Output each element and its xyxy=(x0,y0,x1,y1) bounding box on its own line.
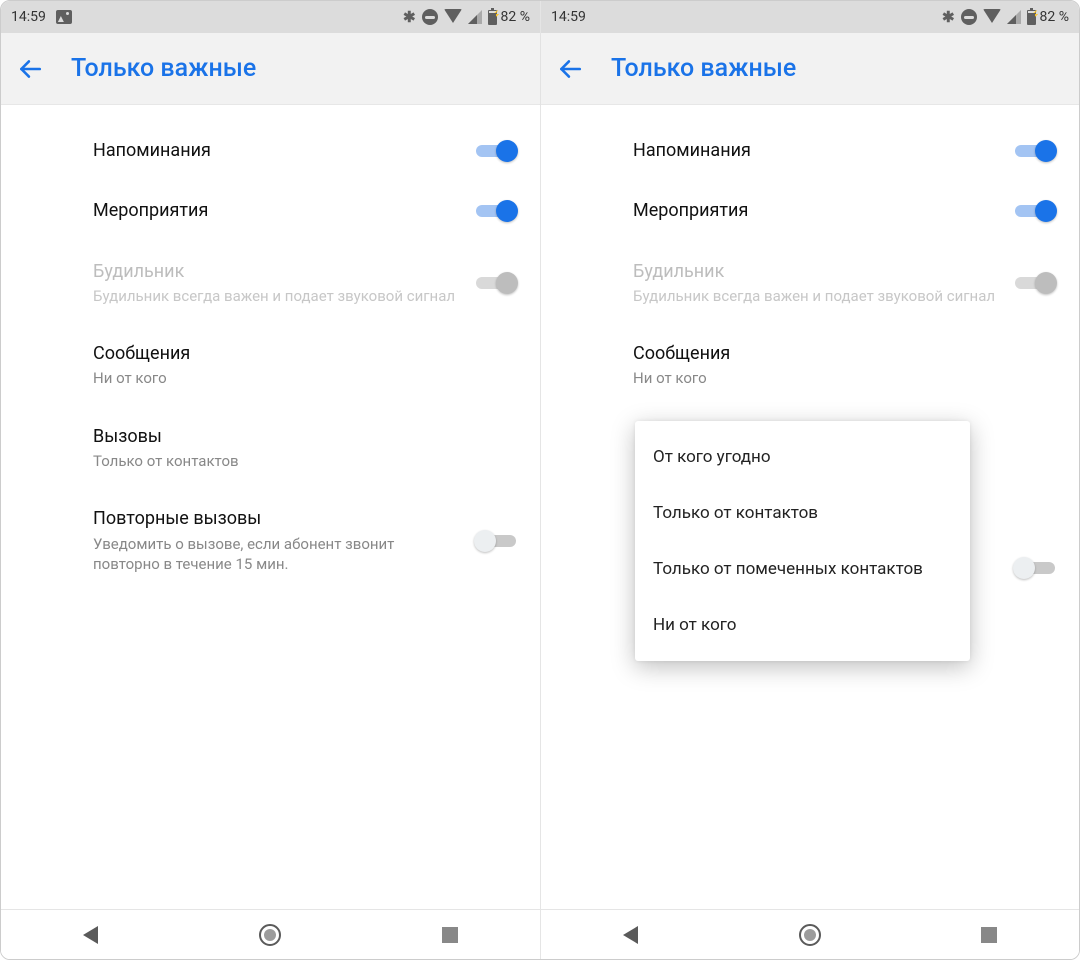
events-switch[interactable] xyxy=(476,200,516,222)
nav-home-icon[interactable] xyxy=(248,913,292,957)
page-title: Только важные xyxy=(71,54,256,83)
row-messages[interactable]: Сообщения Ни от кого xyxy=(567,324,1055,407)
messages-label: Сообщения xyxy=(93,342,500,366)
repeat-label: Повторные вызовы xyxy=(93,507,460,531)
row-events[interactable]: Мероприятия xyxy=(567,181,1055,241)
popup-option-none[interactable]: Ни от кого xyxy=(635,597,970,653)
phone-right: 14:59 ✱ ⚡ 82 % Только важные Напоминания xyxy=(540,1,1079,959)
status-time: 14:59 xyxy=(11,9,46,25)
row-reminders[interactable]: Напоминания xyxy=(567,121,1055,181)
cell-signal-icon xyxy=(468,10,482,24)
app-bar: Только важные xyxy=(541,33,1079,105)
row-events[interactable]: Мероприятия xyxy=(27,181,516,241)
calls-filter-popup: От кого угодно Только от контактов Тольк… xyxy=(635,421,970,661)
events-label: Мероприятия xyxy=(93,199,460,223)
calls-label: Вызовы xyxy=(93,425,500,449)
repeat-sub: Уведомить о вызове, если абонент звонит … xyxy=(93,534,460,575)
alarm-sub: Будильник всегда важен и подает звуковой… xyxy=(633,286,999,306)
battery-indicator: ⚡ 82 % xyxy=(1027,9,1069,25)
alarm-switch xyxy=(476,272,516,294)
reminders-label: Напоминания xyxy=(633,139,999,163)
nav-bar xyxy=(1,909,540,959)
status-bar: 14:59 ✱ ⚡ 82 % xyxy=(541,1,1079,33)
reminders-switch[interactable] xyxy=(476,140,516,162)
nav-back-icon[interactable] xyxy=(609,913,653,957)
row-calls[interactable]: Вызовы Только от контактов xyxy=(27,407,516,490)
reminders-label: Напоминания xyxy=(93,139,460,163)
status-time: 14:59 xyxy=(551,9,586,25)
battery-percent: 82 % xyxy=(1040,9,1069,25)
row-alarm: Будильник Будильник всегда важен и подае… xyxy=(567,242,1055,325)
cell-signal-icon xyxy=(1007,10,1021,24)
row-alarm: Будильник Будильник всегда важен и подае… xyxy=(27,242,516,325)
bluetooth-icon: ✱ xyxy=(942,8,955,26)
bluetooth-icon: ✱ xyxy=(403,8,416,26)
page-title: Только важные xyxy=(611,54,796,83)
calls-sub: Только от контактов xyxy=(93,451,500,471)
alarm-label: Будильник xyxy=(93,260,460,284)
phone-left: 14:59 ✱ ⚡ 82 % Только важные На xyxy=(1,1,540,959)
nav-back-icon[interactable] xyxy=(69,913,113,957)
messages-sub: Ни от кого xyxy=(633,368,1039,388)
alarm-label: Будильник xyxy=(633,260,999,284)
wifi-icon xyxy=(444,9,462,23)
nav-recent-icon[interactable] xyxy=(967,913,1011,957)
alarm-sub: Будильник всегда важен и подает звуковой… xyxy=(93,286,460,306)
gallery-icon xyxy=(56,10,72,24)
reminders-switch[interactable] xyxy=(1015,140,1055,162)
popup-option-starred[interactable]: Только от помеченных контактов xyxy=(635,541,970,597)
do-not-disturb-icon xyxy=(961,9,977,25)
battery-indicator: ⚡ 82 % xyxy=(488,9,530,25)
popup-option-contacts[interactable]: Только от контактов xyxy=(635,485,970,541)
wifi-icon xyxy=(983,9,1001,23)
battery-percent: 82 % xyxy=(501,9,530,25)
row-repeat-calls[interactable]: Повторные вызовы Уведомить о вызове, есл… xyxy=(27,489,516,592)
nav-recent-icon[interactable] xyxy=(428,913,472,957)
settings-list: Напоминания Мероприятия Будильник Будиль… xyxy=(1,105,540,909)
back-arrow-icon[interactable] xyxy=(17,56,43,82)
row-reminders[interactable]: Напоминания xyxy=(27,121,516,181)
status-bar: 14:59 ✱ ⚡ 82 % xyxy=(1,1,540,33)
popup-option-anyone[interactable]: От кого угодно xyxy=(635,429,970,485)
alarm-switch xyxy=(1015,272,1055,294)
row-messages[interactable]: Сообщения Ни от кого xyxy=(27,324,516,407)
nav-bar xyxy=(541,909,1079,959)
settings-list: Напоминания Мероприятия Будильник Будиль… xyxy=(541,105,1079,909)
app-bar: Только важные xyxy=(1,33,540,105)
events-switch[interactable] xyxy=(1015,200,1055,222)
do-not-disturb-icon xyxy=(422,9,438,25)
events-label: Мероприятия xyxy=(633,199,999,223)
messages-sub: Ни от кого xyxy=(93,368,500,388)
nav-home-icon[interactable] xyxy=(788,913,832,957)
repeat-switch[interactable] xyxy=(476,530,516,552)
messages-label: Сообщения xyxy=(633,342,1039,366)
repeat-switch[interactable] xyxy=(1015,557,1055,579)
back-arrow-icon[interactable] xyxy=(557,56,583,82)
